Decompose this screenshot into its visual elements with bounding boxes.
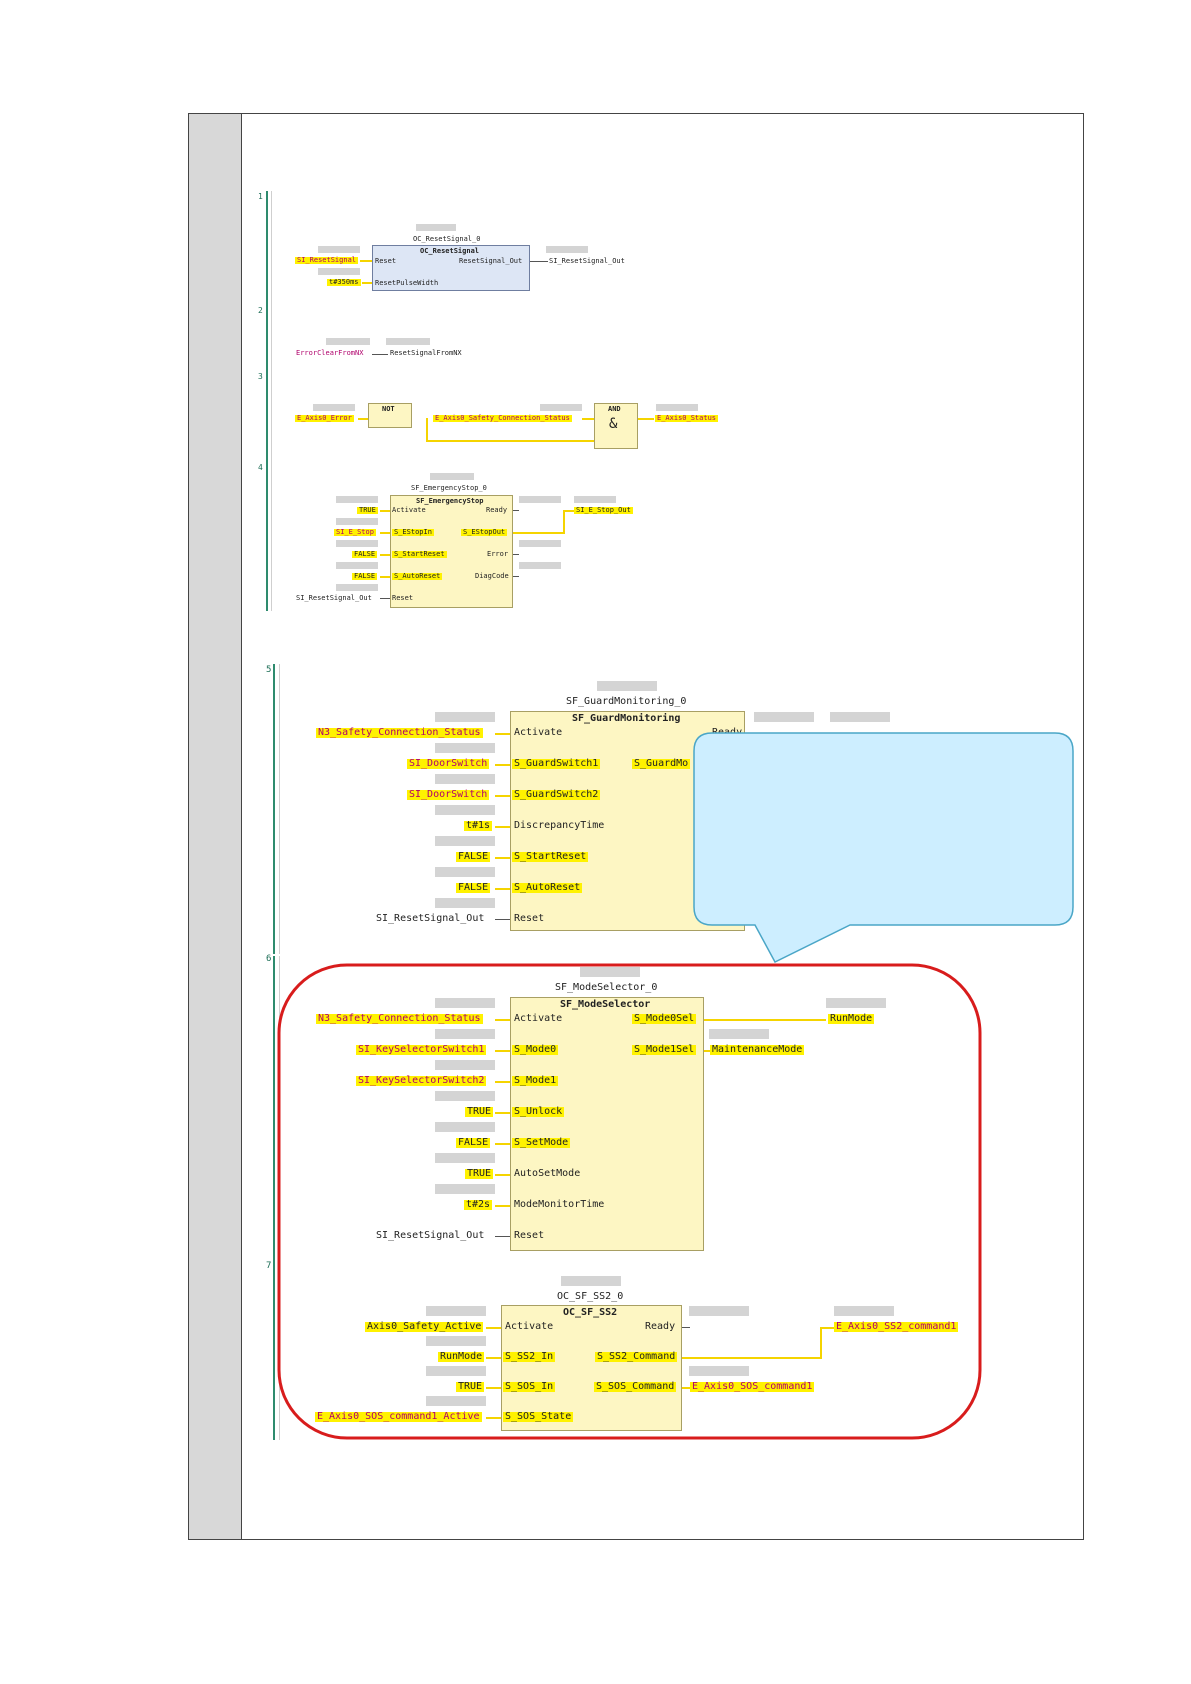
variable-input[interactable]: SI_KeySelectorSwitch2 — [356, 1076, 487, 1086]
variable-input[interactable]: E_Axis0_SOS_command1_Active — [315, 1412, 482, 1422]
pin-label: S_Unlock — [512, 1106, 565, 1117]
pin-label: Activate — [505, 1321, 554, 1332]
rung-number: 1 — [258, 192, 263, 201]
variable-input[interactable]: SI_ResetSignal_Out — [376, 1231, 484, 1241]
rung-number: 4 — [258, 463, 263, 472]
rung1-instance-name: OC_ResetSignal_0 — [413, 235, 481, 243]
pin-label: AutoSetMode — [514, 1168, 581, 1179]
variable-output[interactable]: ResetSignalFromNX — [390, 350, 462, 357]
variable-input[interactable]: FALSE — [456, 883, 491, 893]
variable-input[interactable]: t#1s — [464, 821, 493, 831]
pin-label: Activate — [392, 506, 426, 514]
variable-output[interactable]: E_Axis0_SOS_command1 — [690, 1382, 815, 1392]
left-power-rail-bottom — [273, 956, 275, 1440]
pin-label: S_Mode1Sel — [632, 1044, 697, 1055]
and-symbol: & — [609, 416, 618, 432]
variable-input[interactable]: FALSE — [456, 1138, 491, 1148]
pin-label: DiscrepancyTime — [514, 820, 605, 831]
variable-input[interactable]: N3_Safety_Connection_Status — [316, 1014, 483, 1024]
variable-input[interactable]: Axis0_Safety_Active — [365, 1322, 484, 1332]
and-label: AND — [608, 405, 621, 413]
rung4-instance-name: SF_EmergencyStop_0 — [411, 484, 487, 492]
pin-label: ModeMonitorTime — [514, 1199, 605, 1210]
variable-output[interactable]: SI_E_Stop_Out — [574, 507, 633, 514]
variable-input[interactable]: E_Axis0_Safety_Connection_Status — [433, 415, 572, 422]
rung6-function-block[interactable] — [510, 997, 704, 1251]
pin-label: Activate — [514, 727, 563, 738]
rung-number: 2 — [258, 306, 263, 315]
pin-label: S_SOS_Command — [594, 1381, 677, 1392]
rung1-block-type: OC_ResetSignal — [420, 247, 480, 255]
rung6-block-type: SF_ModeSelector — [560, 999, 651, 1010]
pin-label: ResetSignal_Out — [459, 257, 523, 265]
variable-output[interactable]: MaintenanceMode — [710, 1045, 805, 1055]
variable-input[interactable]: ErrorClearFromNX — [296, 350, 363, 357]
pin-label: S_SOS_State — [503, 1411, 574, 1422]
variable-input[interactable]: SI_DoorSwitch — [407, 759, 490, 769]
pin-label: Error — [487, 550, 509, 558]
rung-number: 3 — [258, 372, 263, 381]
pin-label: S_StartReset — [512, 851, 589, 862]
pin-label: S_Mode0Sel — [632, 1013, 697, 1024]
variable-input[interactable]: t#350ms — [327, 279, 361, 286]
rung7-instance-name: OC_SF_SS2_0 — [557, 1291, 624, 1302]
variable-input[interactable]: E_Axis0_Error — [295, 415, 354, 422]
variable-input[interactable]: FALSE — [352, 573, 378, 580]
variable-input[interactable]: FALSE — [456, 852, 491, 862]
pin-label: S_Mode1 — [512, 1075, 559, 1086]
variable-input[interactable]: RunMode — [438, 1352, 485, 1362]
variable-input[interactable]: t#2s — [464, 1200, 493, 1210]
rung5-block-type: SF_GuardMonitoring — [572, 713, 681, 724]
variable-input[interactable]: TRUE — [465, 1107, 494, 1117]
pin-label: Reset — [514, 913, 545, 924]
variable-input[interactable]: TRUE — [465, 1169, 494, 1179]
variable-input[interactable]: SI_KeySelectorSwitch1 — [356, 1045, 487, 1055]
pin-label: S_GuardSwitch2 — [512, 789, 601, 800]
pin-label: S_StartReset — [392, 550, 447, 558]
pin-label: S_SS2_Command — [595, 1351, 678, 1362]
left-power-rail-middle — [273, 664, 275, 954]
pin-label: S_GuardSwitch1 — [512, 758, 601, 769]
variable-input[interactable]: SI_DoorSwitch — [407, 790, 490, 800]
pin-label: S_SetMode — [512, 1137, 571, 1148]
variable-output[interactable]: E_Axis0_Status — [655, 415, 719, 422]
pin-label: Ready — [712, 727, 743, 738]
pin-label: Activate — [514, 1013, 563, 1024]
pin-label: S_GuardMo — [632, 758, 691, 769]
variable-output[interactable]: RunMode — [828, 1014, 875, 1024]
left-power-rail-top — [266, 191, 268, 611]
pin-label: S_SS2_In — [503, 1351, 556, 1362]
pin-label: Ready — [486, 506, 508, 514]
rung6-instance-name: SF_ModeSelector_0 — [555, 982, 658, 993]
variable-input[interactable]: SI_ResetSignal — [295, 257, 359, 264]
variable-input[interactable]: TRUE — [456, 1382, 485, 1392]
rung-number: 6 — [266, 954, 272, 964]
pin-label: S_SOS_In — [503, 1381, 556, 1392]
pin-label: Reset — [392, 594, 414, 602]
pin-label: S_EStopOut — [461, 528, 508, 536]
variable-input[interactable]: SI_E_Stop — [334, 529, 376, 536]
not-label: NOT — [382, 405, 395, 413]
variable-input[interactable]: TRUE — [357, 507, 378, 514]
variable-input[interactable]: SI_ResetSignal_Out — [376, 914, 484, 924]
variable-input[interactable]: SI_ResetSignal_Out — [296, 595, 372, 602]
rung7-block-type: OC_SF_SS2 — [563, 1307, 618, 1318]
variable-input[interactable]: N3_Safety_Connection_Status — [316, 728, 483, 738]
variable-output[interactable]: E_Axis0_SS2_command1 — [834, 1322, 959, 1332]
variable-output[interactable]: SI_ResetSignal_Out — [549, 258, 625, 265]
pin-label: S_Mode0 — [512, 1044, 559, 1055]
pin-label: S_AutoReset — [392, 572, 443, 580]
pin-label: Ready — [645, 1321, 676, 1332]
pin-label: Reset — [375, 257, 397, 265]
pin-label: S_EStopIn — [392, 528, 434, 536]
pin-label: ResetPulseWidth — [375, 279, 439, 287]
pin-label: Reset — [514, 1230, 545, 1241]
rung4-block-type: SF_EmergencyStop — [416, 497, 484, 505]
rung-number: 7 — [266, 1261, 272, 1271]
pin-label: DiagCode — [475, 572, 509, 580]
pin-label: S_AutoReset — [512, 882, 583, 893]
variable-input[interactable]: FALSE — [352, 551, 378, 558]
rung5-instance-name: SF_GuardMonitoring_0 — [566, 696, 687, 707]
rung-number: 5 — [266, 665, 272, 675]
